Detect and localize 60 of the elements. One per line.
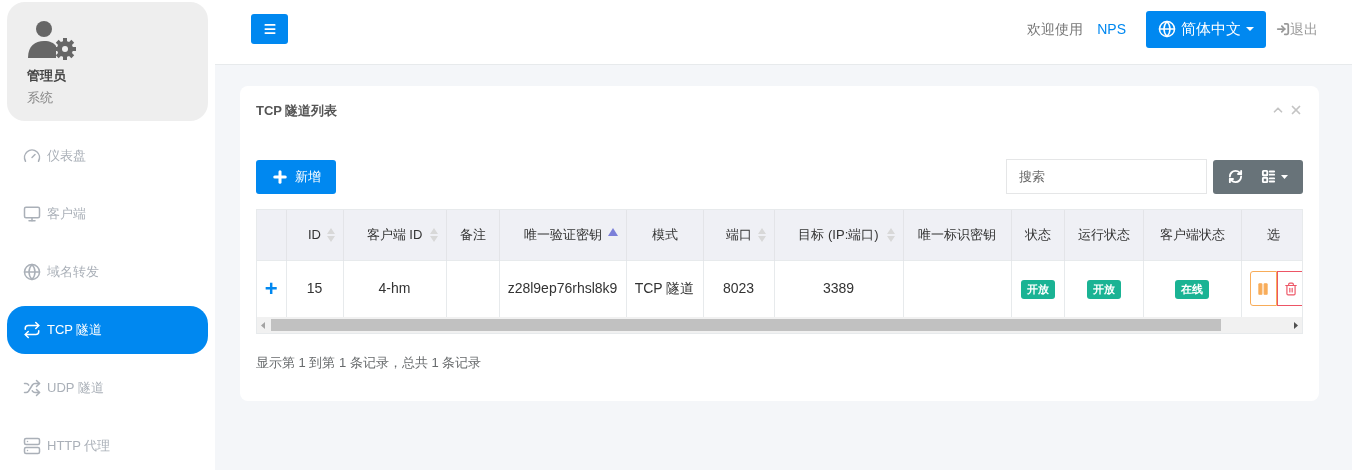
caret-icon (1246, 27, 1254, 31)
logout-icon (1276, 22, 1290, 36)
scroll-right-icon[interactable] (1294, 321, 1298, 329)
column-header: 选 (1241, 210, 1302, 260)
user-name: 管理员 (27, 67, 67, 85)
nav-icon (23, 437, 41, 455)
sort-icon[interactable] (886, 227, 895, 242)
search-field[interactable]: 搜索 (1006, 159, 1207, 194)
nav-icon (23, 147, 41, 165)
column-header[interactable]: 唯一验证密钥 (499, 210, 626, 260)
column-header: 运行状态 (1064, 210, 1143, 260)
column-header[interactable]: 客户端 ID (343, 210, 446, 260)
scroll-left-icon[interactable] (261, 321, 265, 329)
add-button[interactable]: 新增 (256, 159, 336, 194)
nav-icon (23, 321, 41, 339)
sidebar-item[interactable]: 客户端 (7, 190, 208, 238)
refresh-icon[interactable] (1228, 169, 1243, 184)
sort-icon[interactable] (326, 227, 335, 242)
sidebar-item[interactable]: 域名转发 (7, 248, 208, 296)
sidebar-item[interactable]: HTTP 代理 (7, 422, 208, 470)
language-button[interactable]: 简体中文 (1146, 10, 1266, 48)
columns-icon (1261, 169, 1276, 184)
plus-icon (271, 167, 289, 186)
pause-icon (1256, 281, 1271, 296)
user-role: 系统 (27, 88, 54, 107)
column-header: 状态 (1011, 210, 1064, 260)
panel-title: TCP 隧道列表 (256, 102, 339, 121)
status-badge: 开放 (1086, 280, 1121, 299)
menu-icon (262, 22, 277, 36)
brand-link[interactable]: NPS (1097, 18, 1126, 40)
column-header[interactable]: 端口 (703, 210, 774, 260)
sort-icon[interactable] (429, 227, 438, 242)
globe-icon (1158, 20, 1176, 38)
status-badge: 开放 (1020, 280, 1055, 299)
column-header: 唯一标识密钥 (903, 210, 1011, 260)
column-header: 客户端状态 (1143, 210, 1241, 260)
logout-link[interactable]: 退出 (1276, 18, 1318, 40)
column-header[interactable]: 目标 (IP:端口) (774, 210, 903, 260)
pagination-info: 显示第 1 到第 1 条记录，总共 1 条记录 (256, 354, 483, 372)
sort-icon[interactable] (757, 227, 766, 242)
menu-button[interactable] (251, 14, 288, 44)
sidebar-item[interactable]: 仪表盘 (7, 132, 208, 180)
nav-icon (23, 379, 41, 397)
sidebar-item[interactable]: TCP 隧道 (7, 306, 208, 354)
nav-icon (23, 263, 41, 281)
welcome-text: 欢迎使用 (1027, 19, 1084, 39)
sort-ascending-icon[interactable] (607, 228, 618, 236)
trash-icon (1284, 281, 1299, 296)
status-badge: 在线 (1175, 280, 1209, 299)
nav-icon (23, 205, 41, 223)
delete-button[interactable] (1277, 271, 1302, 307)
caret-icon (1281, 174, 1288, 179)
pause-button[interactable] (1249, 271, 1278, 307)
column-header: 备注 (446, 210, 499, 260)
column-header[interactable]: ID (286, 210, 343, 260)
user-gear-icon (27, 20, 77, 60)
column-header: 模式 (626, 210, 703, 260)
columns-dropdown[interactable] (1261, 169, 1288, 184)
close-icon[interactable] (1289, 103, 1303, 117)
sidebar-item[interactable]: UDP 隧道 (7, 364, 208, 412)
